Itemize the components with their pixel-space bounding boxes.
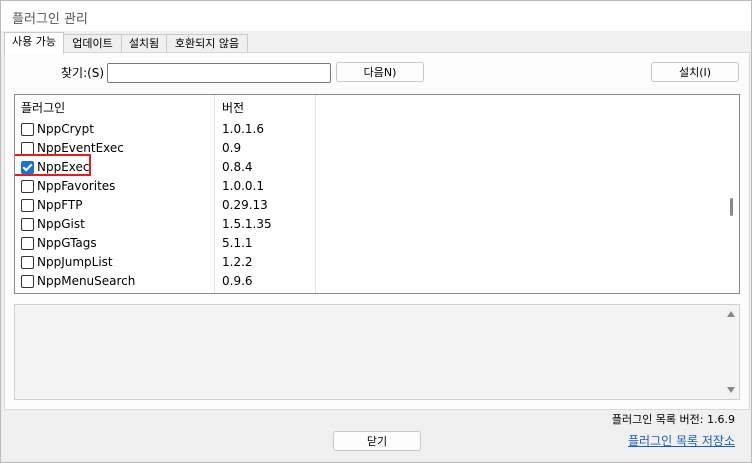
plugin-name: NppGTags <box>37 236 97 250</box>
list-item[interactable]: NppJumpList 1.2.2 <box>15 253 253 272</box>
close-button[interactable]: 닫기 <box>333 431 421 451</box>
description-area[interactable] <box>14 304 740 400</box>
checkbox[interactable] <box>21 180 34 193</box>
list-item[interactable]: NppMenuSearch 0.9.6 <box>15 272 253 291</box>
plugin-name: NppCrypt <box>37 122 94 136</box>
plugin-name: NppGist <box>37 217 85 231</box>
list-scrollbar-thumb[interactable] <box>730 198 733 216</box>
list-item[interactable]: NppFTP 0.29.13 <box>15 196 268 215</box>
tab-available[interactable]: 사용 가능 <box>4 32 64 54</box>
window-title: 플러그인 관리 <box>12 12 88 27</box>
list-version-label: 플러그인 목록 버전: <box>611 413 704 426</box>
search-input[interactable] <box>107 63 331 83</box>
list-item[interactable]: NppFavorites 1.0.0.1 <box>15 177 264 196</box>
plugin-version: 0.29.13 <box>222 198 268 212</box>
checkbox[interactable] <box>21 237 34 250</box>
plugin-version: 1.2.2 <box>222 255 253 269</box>
tab-installed[interactable]: 설치됨 <box>121 34 167 53</box>
plugin-admin-dialog: 플러그인 관리 사용 가능 업데이트 설치됨 호환되지 않음 찾기:(S) 다음… <box>0 0 752 463</box>
plugin-version: 5.1.1 <box>222 236 253 250</box>
plugin-version: 0.9.6 <box>222 274 253 288</box>
checkbox[interactable] <box>21 199 34 212</box>
repo-link[interactable]: 플러그인 목록 저장소 <box>628 432 735 449</box>
checkbox[interactable] <box>21 123 34 136</box>
plugin-list[interactable]: 플러그인 버전 NppCrypt 1.0.1.6 NppEventExec 0.… <box>14 94 740 294</box>
tab-updates[interactable]: 업데이트 <box>63 34 122 53</box>
highlight-box <box>15 154 91 176</box>
list-version-info: 플러그인 목록 버전: 1.6.9 <box>612 411 735 427</box>
plugin-name: NppEventExec <box>37 141 124 155</box>
scroll-up-arrow-icon[interactable] <box>727 311 735 317</box>
column-header-plugin[interactable]: 플러그인 <box>21 99 65 116</box>
plugin-version: 1.0.1.6 <box>222 122 264 136</box>
list-version-value: 1.6.9 <box>707 413 735 426</box>
search-label: 찾기:(S) <box>61 66 105 80</box>
list-item[interactable]: NppGist 1.5.1.35 <box>15 215 272 234</box>
list-item[interactable]: NppCrypt 1.0.1.6 <box>15 120 264 139</box>
plugin-name: NppFTP <box>37 198 83 212</box>
plugin-name: NppJumpList <box>37 255 113 269</box>
install-button[interactable]: 설치(I) <box>651 62 739 82</box>
plugin-version: 1.5.1.35 <box>222 217 272 231</box>
checkbox[interactable] <box>21 218 34 231</box>
list-item[interactable]: NppExec 0.8.4 <box>15 154 253 177</box>
plugin-version: 0.8.4 <box>222 160 253 174</box>
column-header-version[interactable]: 버전 <box>222 99 244 116</box>
scroll-down-arrow-icon[interactable] <box>727 387 735 393</box>
plugin-version: 0.9 <box>222 141 242 155</box>
list-item[interactable]: NppGTags 5.1.1 <box>15 234 253 253</box>
checkbox[interactable] <box>21 256 34 269</box>
checkbox[interactable] <box>21 275 34 288</box>
title-bar: 플러그인 관리 <box>1 1 751 31</box>
plugin-name: NppFavorites <box>37 179 116 193</box>
tab-incompatible[interactable]: 호환되지 않음 <box>166 34 248 53</box>
column-divider <box>315 95 316 293</box>
next-button[interactable]: 다음N) <box>336 62 424 82</box>
plugin-name: NppMenuSearch <box>37 274 136 288</box>
plugin-version: 1.0.0.1 <box>222 179 264 193</box>
